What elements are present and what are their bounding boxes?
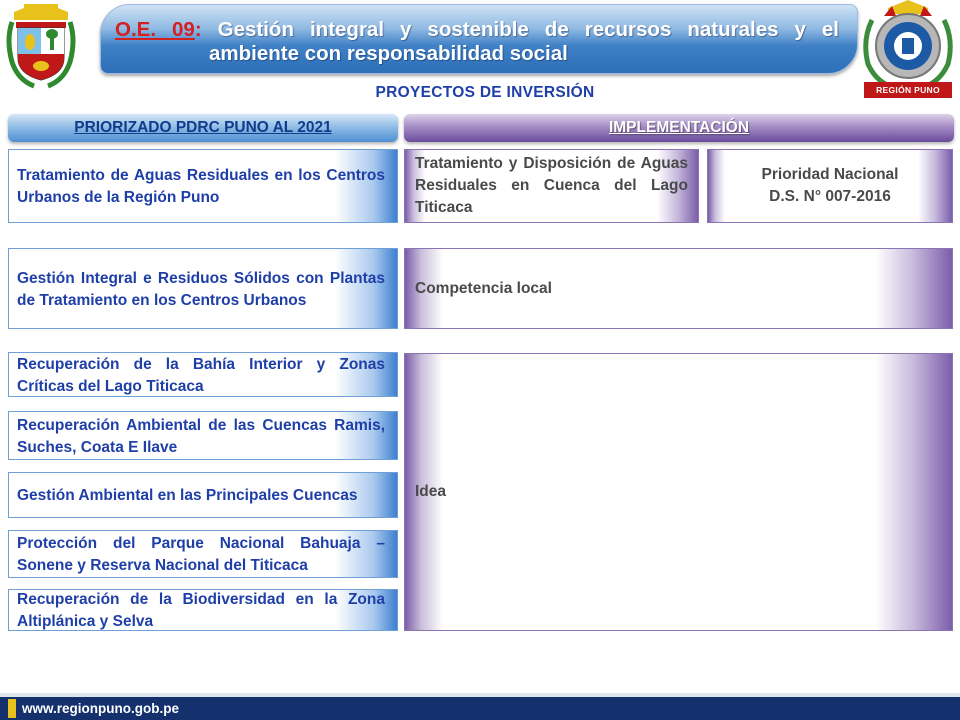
footer-accent (8, 699, 16, 718)
banner-title: O.E. 09: Gestión integral y sostenible d… (115, 17, 839, 42)
project-label: Protección del Parque Nacional Bahuaja –… (17, 535, 385, 574)
project-label: Recuperación de la Bahía Interior y Zona… (17, 355, 385, 395)
page-subtitle: PROYECTOS DE INVERSIÓN (375, 84, 595, 101)
title-line-2: ambiente con responsabilidad social (209, 42, 568, 65)
implementation-national-priority: Prioridad Nacional D.S. N° 007-2016 (707, 149, 953, 223)
project-gestion-ambiental: Gestión Ambiental en las Principales Cue… (8, 472, 398, 518)
project-label: Recuperación Ambiental de las Cuencas Ra… (17, 416, 385, 456)
project-cuencas-ramis: Recuperación Ambiental de las Cuencas Ra… (8, 411, 398, 460)
peru-coat-of-arms-icon (6, 4, 76, 89)
implementation-label: Idea (415, 483, 447, 500)
decree-number: D.S. N° 007-2016 (769, 188, 891, 205)
implementation-local-competence: Competencia local (404, 248, 953, 329)
project-biodiversidad: Recuperación de la Biodiversidad en la Z… (8, 589, 398, 631)
project-solid-waste: Gestión Integral e Residuos Sólidos con … (8, 248, 398, 329)
prioritized-column-header: PRIORIZADO PDRC PUNO AL 2021 (8, 114, 398, 142)
title-line-1: Gestión integral y sostenible de recurso… (201, 18, 839, 41)
project-label: Recuperación de la Biodiversidad en la Z… (17, 591, 385, 630)
objective-colon: : (194, 18, 202, 41)
project-label: Gestión Integral e Residuos Sólidos con … (17, 269, 385, 309)
header-banner: O.E. 09: Gestión integral y sostenible d… (100, 4, 858, 74)
project-wastewater-urban: Tratamiento de Aguas Residuales en los C… (8, 149, 398, 223)
implementation-column-header: IMPLEMENTACIÓN (404, 114, 954, 142)
project-label: Tratamiento de Aguas Residuales en los C… (17, 167, 385, 206)
national-priority-label: Prioridad Nacional (761, 166, 899, 183)
project-bahia-interior: Recuperación de la Bahía Interior y Zona… (8, 352, 398, 397)
objective-code: O.E. 09 (115, 18, 195, 41)
project-label: Gestión Ambiental en las Principales Cue… (17, 487, 358, 504)
implementation-label: Tratamiento y Disposición de Aguas Resid… (415, 155, 688, 216)
implementation-label: Competencia local (415, 279, 552, 297)
implementation-idea: Idea (404, 353, 953, 631)
implementation-wastewater-titicaca: Tratamiento y Disposición de Aguas Resid… (404, 149, 699, 223)
project-parque-bahuaja: Protección del Parque Nacional Bahuaja –… (8, 530, 398, 578)
footer-url-link[interactable]: www.regionpuno.gob.pe (22, 699, 179, 718)
